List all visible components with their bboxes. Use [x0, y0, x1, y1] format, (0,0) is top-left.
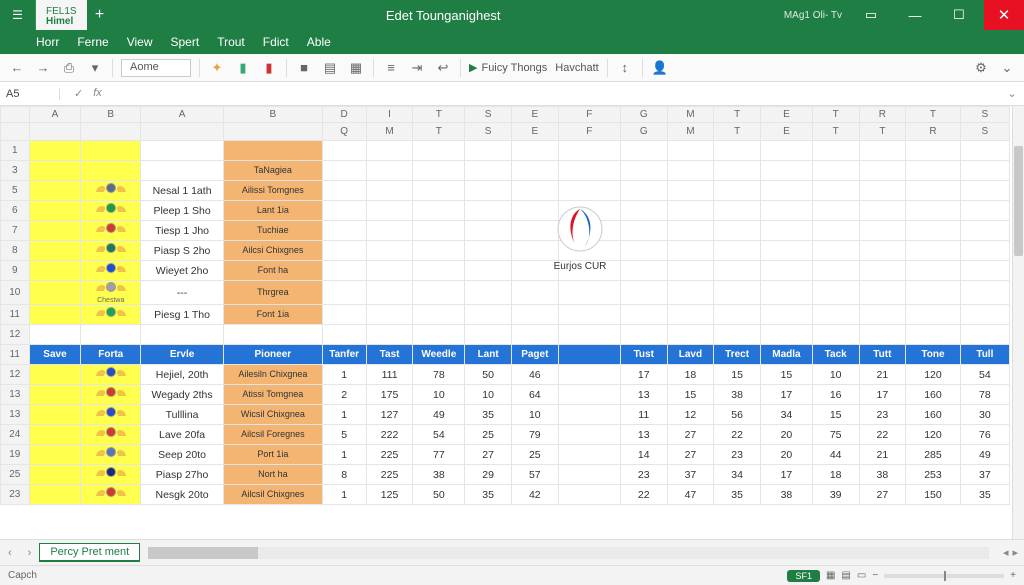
italic-icon[interactable]: ▤ [321, 59, 339, 77]
file-tab-line2: Himel [46, 17, 73, 27]
spreadsheet-grid[interactable]: ABABDITSEFGMTETRTSQMTSEFGMTETTRS13TaNagi… [0, 106, 1024, 539]
font-color-icon[interactable]: ▮ [260, 59, 278, 77]
sheet-tab-bar: ‹ › Percy Pret ment ◂▸ [0, 539, 1024, 565]
menu-bar: Horr Ferne View Spert Trout Fdict Able [0, 30, 1024, 54]
settings-icon[interactable]: ⚙ [972, 59, 990, 77]
print-icon[interactable]: ⎙ [60, 59, 78, 77]
sort-icon[interactable]: ↕ [616, 59, 634, 77]
user-label[interactable]: MAg1 Oli- Tv [784, 10, 842, 21]
flag-badge [97, 202, 125, 216]
status-left: Capch [8, 570, 37, 581]
collapse-icon[interactable]: ⌄ [998, 59, 1016, 77]
format-paint-icon[interactable]: ✦ [208, 59, 226, 77]
view-page-icon[interactable]: ▤ [841, 570, 850, 581]
file-tab[interactable]: FEL1S Himel [36, 0, 87, 30]
close-button[interactable]: ✕ [984, 0, 1024, 30]
menu-spert[interactable]: Spert [171, 35, 200, 49]
horizontal-scrollbar[interactable] [148, 547, 989, 559]
bold-icon[interactable]: ■ [295, 59, 313, 77]
maximize-button[interactable]: ☐ [944, 7, 974, 23]
view-break-icon[interactable]: ▭ [857, 570, 866, 581]
formula-bar: A5 ✓fx ⌄ [0, 82, 1024, 106]
zoom-slider[interactable] [884, 574, 1004, 578]
scroll-left-icon[interactable]: ◂ [1003, 546, 1009, 559]
forward-icon[interactable]: → [34, 59, 52, 77]
back-icon[interactable]: ← [8, 59, 26, 77]
menu-able[interactable]: Able [307, 35, 331, 49]
view-normal-icon[interactable]: ▦ [826, 570, 835, 581]
wrap-icon[interactable]: ↩ [434, 59, 452, 77]
flag-badge [97, 486, 125, 500]
dropdown-icon[interactable]: ▾ [86, 59, 104, 77]
expand-formula-icon[interactable]: ⌄ [1000, 87, 1024, 100]
vertical-scrollbar[interactable] [1012, 106, 1024, 539]
sheet-nav-next[interactable]: › [20, 547, 40, 559]
align-icon[interactable]: ≡ [382, 59, 400, 77]
flag-badge [97, 262, 125, 276]
flag-badge [97, 466, 125, 480]
sheet-nav-prev[interactable]: ‹ [0, 547, 20, 559]
name-box[interactable]: A5 [0, 88, 60, 100]
flag-badge [97, 182, 125, 196]
zoom-in-icon[interactable]: + [1010, 570, 1016, 581]
status-pill[interactable]: SF1 [787, 570, 820, 582]
menu-horr[interactable]: Horr [36, 35, 59, 49]
window-title: Edet Tounganighest [113, 0, 774, 30]
person-icon[interactable]: 👤 [651, 59, 669, 77]
toolbar-label-1[interactable]: ▶Fuicy Thongs [469, 61, 547, 74]
title-bar: ☰ FEL1S Himel + Edet Tounganighest MAg1 … [0, 0, 1024, 30]
flag-badge [97, 242, 125, 256]
menu-fdict[interactable]: Fdict [263, 35, 289, 49]
flag-badge [97, 281, 125, 295]
flag-badge [97, 386, 125, 400]
flag-badge [97, 426, 125, 440]
indent-icon[interactable]: ⇥ [408, 59, 426, 77]
menu-view[interactable]: View [127, 35, 153, 49]
ribbon-options-icon[interactable]: ▭ [856, 7, 886, 23]
toolbar-label-2[interactable]: Havchatt [555, 62, 598, 74]
flag-badge [97, 222, 125, 236]
new-tab-button[interactable]: + [87, 0, 113, 30]
font-name-box[interactable]: Aome [121, 59, 191, 77]
sheet-tab-active[interactable]: Percy Pret ment [39, 543, 140, 562]
menu-ferne[interactable]: Ferne [77, 35, 108, 49]
minimize-button[interactable]: — [900, 8, 930, 23]
zoom-out-icon[interactable]: − [872, 570, 878, 581]
flag-badge [97, 366, 125, 380]
toolbar: ← → ⎙ ▾ Aome ✦ ▮ ▮ ■ ▤ ▦ ≡ ⇥ ↩ ▶Fuicy Th… [0, 54, 1024, 82]
flag-badge [97, 406, 125, 420]
highlight-icon[interactable]: ▮ [234, 59, 252, 77]
flag-badge [97, 306, 125, 320]
fx-buttons[interactable]: ✓fx [60, 87, 116, 100]
border-icon[interactable]: ▦ [347, 59, 365, 77]
status-bar: Capch SF1 ▦ ▤ ▭ − + [0, 565, 1024, 585]
menu-trout[interactable]: Trout [217, 35, 245, 49]
app-menu-button[interactable]: ☰ [0, 0, 36, 30]
flag-badge [97, 446, 125, 460]
scroll-right-icon[interactable]: ▸ [1012, 546, 1018, 559]
